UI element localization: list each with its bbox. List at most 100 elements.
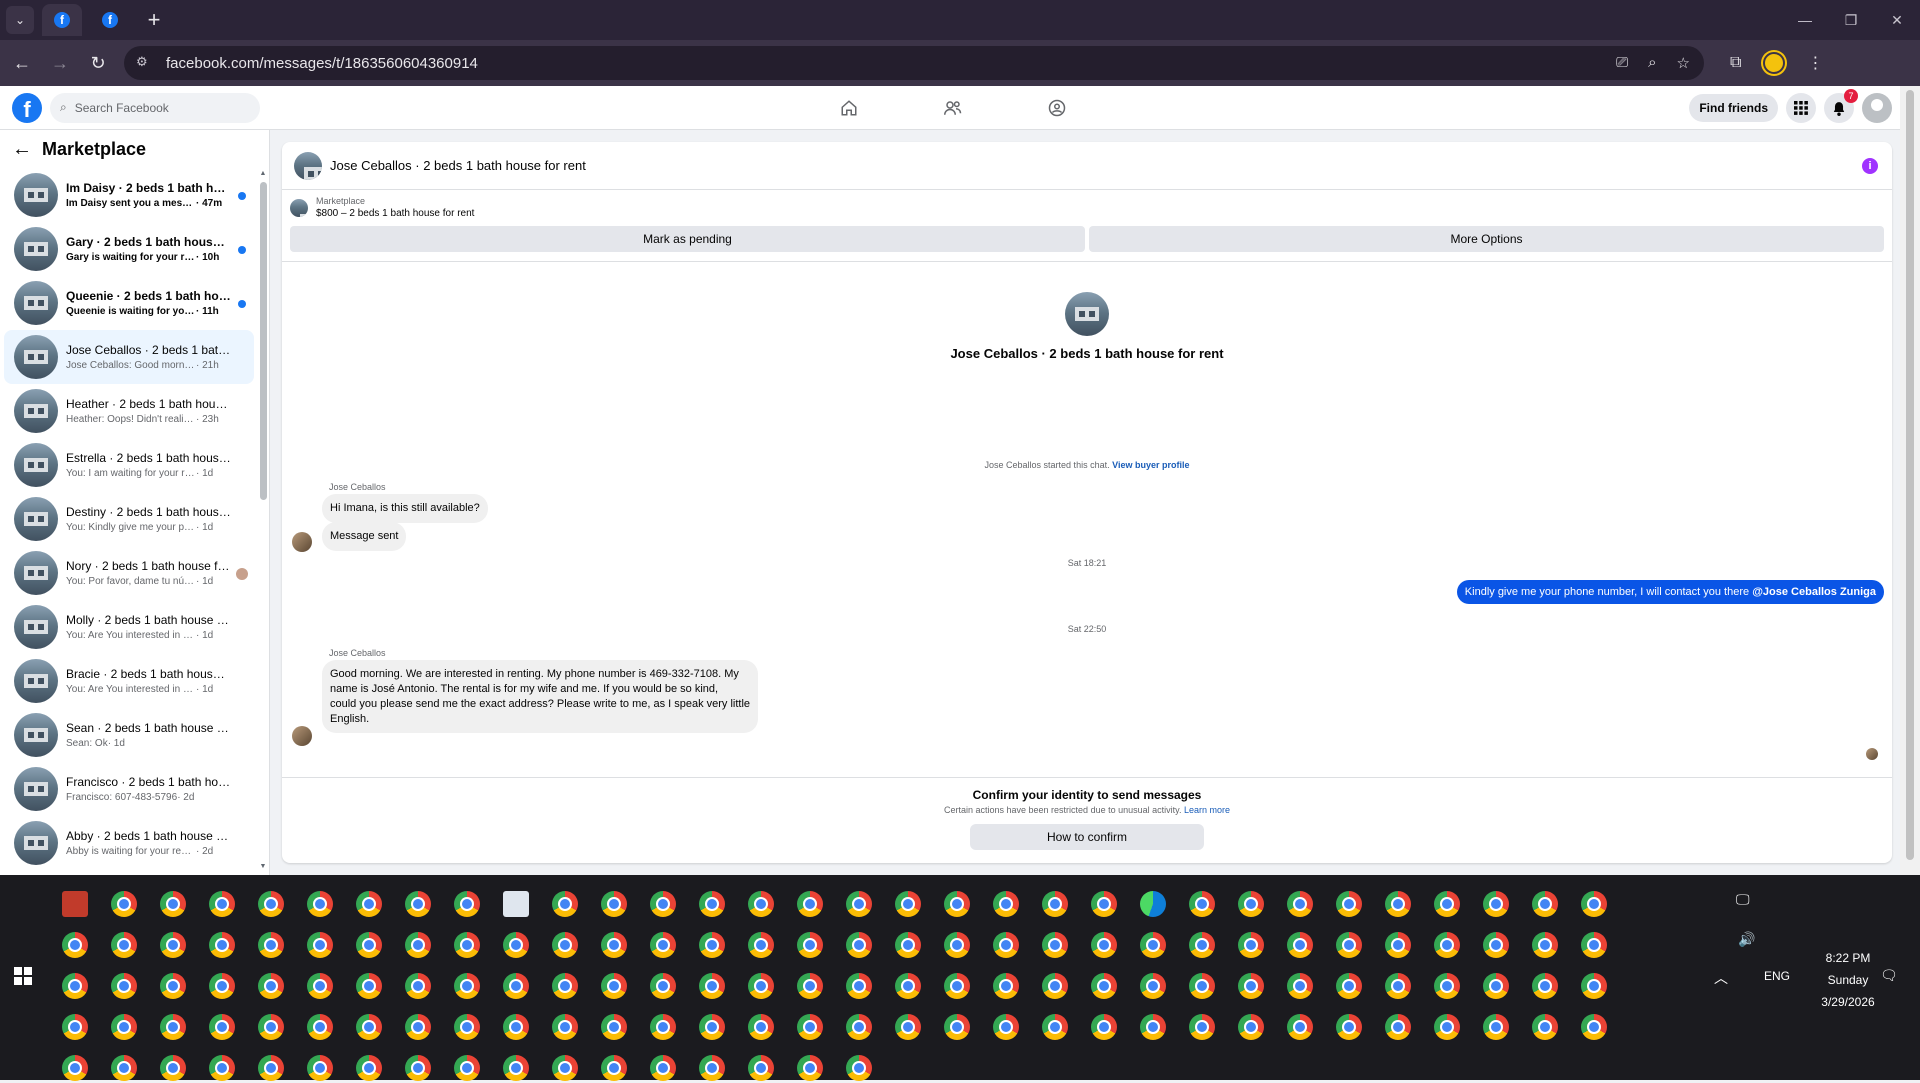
forward-arrow-icon[interactable]: → bbox=[44, 47, 76, 79]
learn-more-link[interactable]: Learn more bbox=[1184, 805, 1230, 815]
chrome-browser-icon[interactable] bbox=[111, 973, 137, 999]
chrome-browser-icon[interactable] bbox=[601, 932, 627, 958]
chrome-browser-icon[interactable] bbox=[846, 1014, 872, 1040]
chrome-browser-icon[interactable] bbox=[601, 1014, 627, 1040]
extensions-puzzle-icon[interactable]: ⧉ bbox=[1730, 54, 1741, 72]
menu-grid-icon[interactable] bbox=[1786, 93, 1816, 123]
volume-icon[interactable]: 🔊 bbox=[1738, 931, 1755, 948]
chrome-browser-icon[interactable] bbox=[601, 891, 627, 917]
chrome-browser-icon[interactable] bbox=[62, 973, 88, 999]
conversation-item[interactable]: Molly · 2 beds 1 bath house for ... You: … bbox=[4, 600, 254, 654]
new-tab-button[interactable]: + bbox=[140, 6, 168, 34]
chrome-browser-icon[interactable] bbox=[1483, 1014, 1509, 1040]
chrome-browser-icon[interactable] bbox=[846, 973, 872, 999]
close-icon[interactable]: ✕ bbox=[1874, 0, 1920, 40]
chrome-browser-icon[interactable] bbox=[699, 973, 725, 999]
chrome-browser-icon[interactable] bbox=[895, 891, 921, 917]
chrome-browser-icon[interactable] bbox=[160, 973, 186, 999]
facebook-logo-icon[interactable]: f bbox=[12, 92, 42, 123]
chrome-browser-icon[interactable] bbox=[160, 1055, 186, 1081]
chrome-browser-icon[interactable] bbox=[209, 932, 235, 958]
sender-avatar[interactable] bbox=[292, 532, 312, 552]
chrome-browser-icon[interactable] bbox=[1042, 1014, 1068, 1040]
chrome-browser-icon[interactable] bbox=[111, 932, 137, 958]
home-icon[interactable] bbox=[838, 97, 860, 119]
restore-icon[interactable]: ❐ bbox=[1828, 0, 1874, 40]
chrome-browser-icon[interactable] bbox=[503, 891, 529, 917]
chrome-browser-icon[interactable] bbox=[1385, 1014, 1411, 1040]
chrome-browser-icon[interactable] bbox=[748, 973, 774, 999]
chrome-browser-icon[interactable] bbox=[1189, 1014, 1215, 1040]
listing-thumbnail[interactable] bbox=[294, 151, 322, 180]
chrome-browser-icon[interactable] bbox=[1483, 891, 1509, 917]
chrome-browser-icon[interactable] bbox=[258, 973, 284, 999]
chrome-browser-icon[interactable] bbox=[699, 1055, 725, 1081]
chrome-browser-icon[interactable] bbox=[1091, 1014, 1117, 1040]
chrome-browser-icon[interactable] bbox=[1287, 932, 1313, 958]
chrome-browser-icon[interactable] bbox=[209, 1014, 235, 1040]
account-avatar[interactable] bbox=[1862, 93, 1892, 123]
chrome-browser-icon[interactable] bbox=[650, 1055, 676, 1081]
notifications-center-icon[interactable]: 🗨 bbox=[1880, 967, 1898, 984]
chrome-browser-icon[interactable] bbox=[62, 1014, 88, 1040]
how-to-confirm-button[interactable]: How to confirm bbox=[970, 824, 1204, 850]
chrome-browser-icon[interactable] bbox=[307, 1055, 333, 1081]
conversation-item[interactable]: Heather · 2 beds 1 bath house f... Heathe… bbox=[4, 384, 254, 438]
profile-avatar-icon[interactable] bbox=[1763, 52, 1786, 74]
chrome-browser-icon[interactable] bbox=[846, 1055, 872, 1081]
chrome-browser-icon[interactable] bbox=[846, 932, 872, 958]
search-box[interactable]: ⌕ bbox=[50, 92, 260, 123]
chrome-browser-icon[interactable] bbox=[1385, 973, 1411, 999]
chrome-browser-icon[interactable] bbox=[552, 932, 578, 958]
chrome-browser-icon[interactable] bbox=[503, 973, 529, 999]
chrome-browser-icon[interactable] bbox=[503, 1014, 529, 1040]
chrome-browser-icon[interactable] bbox=[993, 973, 1019, 999]
page-scrollbar[interactable] bbox=[1900, 86, 1920, 875]
friends-icon[interactable] bbox=[942, 97, 964, 119]
chrome-browser-icon[interactable] bbox=[111, 1014, 137, 1040]
conversation-item[interactable]: Jose Ceballos · 2 beds 1 bath ho... Jose … bbox=[4, 330, 254, 384]
incoming-message-long[interactable]: Good morning. We are interested in renti… bbox=[322, 660, 759, 734]
find-friends-button[interactable]: Find friends bbox=[1689, 94, 1778, 122]
chrome-browser-icon[interactable] bbox=[1042, 973, 1068, 999]
chrome-browser-icon[interactable] bbox=[601, 1055, 627, 1081]
chrome-browser-icon[interactable] bbox=[356, 1055, 382, 1081]
chrome-browser-icon[interactable] bbox=[258, 932, 284, 958]
chrome-browser-icon[interactable] bbox=[944, 973, 970, 999]
chrome-browser-icon[interactable] bbox=[1287, 891, 1313, 917]
page-scroll-thumb[interactable] bbox=[1906, 90, 1914, 860]
chrome-browser-icon[interactable] bbox=[748, 1014, 774, 1040]
chrome-browser-icon[interactable] bbox=[993, 891, 1019, 917]
chat-title[interactable]: Jose Ceballos · 2 beds 1 bath house for … bbox=[330, 158, 586, 173]
chrome-browser-icon[interactable] bbox=[111, 1055, 137, 1081]
chrome-browser-icon[interactable] bbox=[1336, 891, 1362, 917]
incoming-message[interactable]: Message sent bbox=[322, 522, 407, 551]
site-info-icon[interactable]: ⚙ bbox=[136, 54, 154, 72]
chrome-browser-icon[interactable] bbox=[209, 973, 235, 999]
chrome-browser-icon[interactable] bbox=[1532, 891, 1558, 917]
chrome-browser-icon[interactable] bbox=[846, 891, 872, 917]
search-input[interactable] bbox=[72, 99, 223, 116]
view-buyer-profile-link[interactable]: View buyer profile bbox=[1112, 460, 1189, 470]
back-arrow-icon[interactable]: ← bbox=[12, 138, 32, 161]
tab-search-chevron-icon[interactable]: ⌄ bbox=[6, 6, 34, 34]
chrome-browser-icon[interactable] bbox=[1140, 973, 1166, 999]
chrome-browser-icon[interactable] bbox=[307, 1014, 333, 1040]
chrome-browser-icon[interactable] bbox=[356, 932, 382, 958]
info-icon[interactable]: i bbox=[1862, 158, 1878, 174]
chrome-browser-icon[interactable] bbox=[944, 1014, 970, 1040]
chrome-browser-icon[interactable] bbox=[650, 1014, 676, 1040]
chrome-browser-icon[interactable] bbox=[454, 932, 480, 958]
chrome-browser-icon[interactable] bbox=[356, 1014, 382, 1040]
chrome-browser-icon[interactable] bbox=[1042, 891, 1068, 917]
chrome-browser-icon[interactable] bbox=[62, 932, 88, 958]
chrome-browser-icon[interactable] bbox=[1336, 932, 1362, 958]
chrome-browser-icon[interactable] bbox=[895, 1014, 921, 1040]
notifications-bell-icon[interactable]: 7 bbox=[1824, 89, 1858, 123]
chrome-browser-icon[interactable] bbox=[797, 1014, 823, 1040]
chrome-browser-icon[interactable] bbox=[160, 1014, 186, 1040]
chrome-browser-icon[interactable] bbox=[209, 1055, 235, 1081]
chrome-browser-icon[interactable] bbox=[258, 891, 284, 917]
chrome-browser-icon[interactable] bbox=[1140, 1014, 1166, 1040]
chrome-browser-icon[interactable] bbox=[405, 973, 431, 999]
